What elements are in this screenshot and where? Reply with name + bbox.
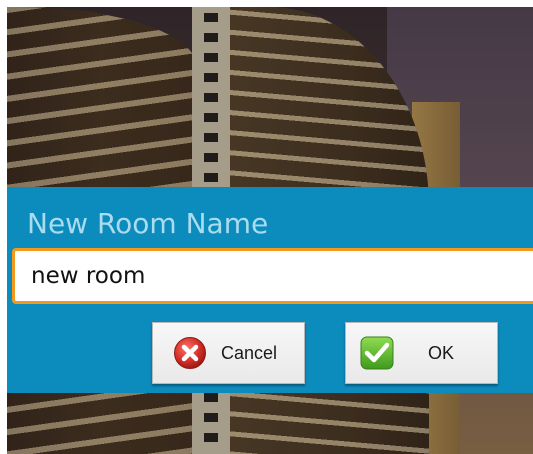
cancel-button-label: Cancel	[221, 342, 278, 363]
ok-button-label: OK	[428, 342, 455, 363]
ok-button[interactable]: OK	[345, 322, 498, 384]
room-name-input[interactable]	[12, 248, 533, 304]
cancel-x-icon	[174, 337, 206, 369]
new-room-dialog: New Room Name Cancel	[7, 187, 533, 393]
app-screen: New Room Name Cancel	[7, 7, 533, 454]
checkmark-icon	[360, 336, 394, 370]
cancel-button[interactable]: Cancel	[152, 322, 305, 384]
dialog-title: New Room Name	[27, 207, 269, 240]
